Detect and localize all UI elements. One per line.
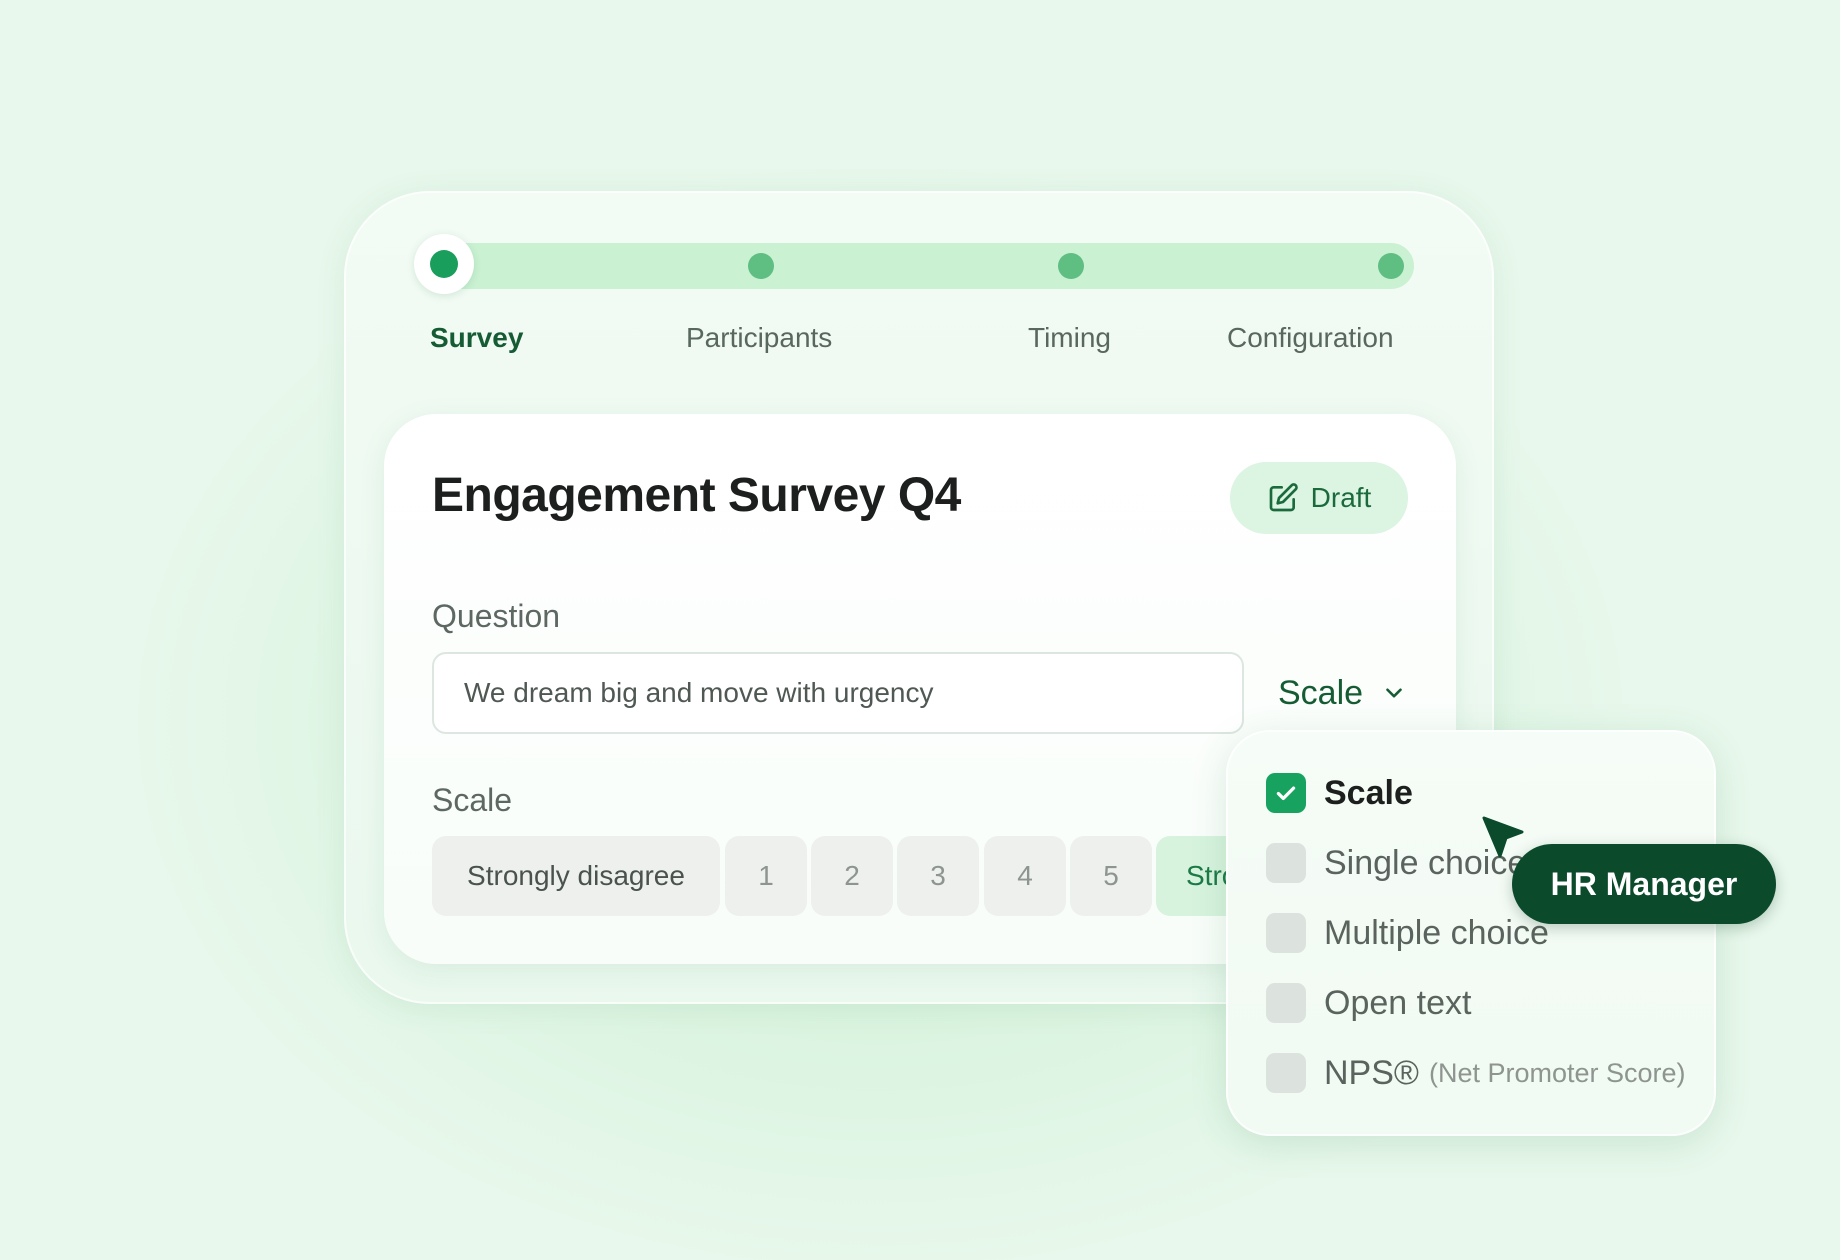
- question-type-value: Scale: [1278, 673, 1364, 712]
- draft-label: Draft: [1310, 482, 1372, 513]
- pointer-cursor-icon: [1482, 816, 1524, 858]
- check-icon: [1276, 786, 1296, 801]
- step-label-survey[interactable]: Survey: [430, 322, 523, 354]
- menu-item-label: Scale: [1324, 773, 1413, 812]
- checkbox-scale[interactable]: [1266, 773, 1306, 813]
- step-dot-participants[interactable]: [748, 253, 774, 279]
- menu-item-label: Multiple choice: [1324, 913, 1549, 952]
- menu-item-label: Open text: [1324, 983, 1472, 1022]
- menu-item-multiple-choice[interactable]: Multiple choice: [1266, 911, 1549, 955]
- scale-high-option[interactable]: Strongly agree: [1156, 836, 1229, 916]
- checkbox-multiple-choice[interactable]: [1266, 913, 1306, 953]
- scale-option-1[interactable]: 1: [725, 836, 807, 916]
- checkbox-open-text[interactable]: [1266, 983, 1306, 1023]
- scale-row: Strongly disagree 1 2 3 4 5 Strongly agr…: [384, 414, 1229, 964]
- draft-status-button[interactable]: Draft: [1230, 462, 1408, 534]
- step-label-participants[interactable]: Participants: [686, 322, 832, 354]
- step-dot-timing[interactable]: [1058, 253, 1084, 279]
- scale-option-5[interactable]: 5: [1070, 836, 1152, 916]
- checkbox-nps[interactable]: [1266, 1053, 1306, 1093]
- stepper-track: [416, 243, 1414, 289]
- menu-item-open-text[interactable]: Open text: [1266, 981, 1471, 1025]
- checkbox-single-choice[interactable]: [1266, 843, 1306, 883]
- scale-option-3[interactable]: 3: [897, 836, 979, 916]
- edit-icon: [1269, 483, 1298, 512]
- menu-item-sublabel: (Net Promoter Score): [1428, 1057, 1686, 1088]
- step-dot-configuration[interactable]: [1378, 253, 1404, 279]
- collaborator-name-badge: HR Manager: [1512, 844, 1776, 924]
- menu-item-label: NPS®: [1324, 1053, 1419, 1092]
- menu-item-scale[interactable]: Scale: [1266, 771, 1413, 815]
- chevron-down-icon: [1386, 688, 1402, 698]
- scale-option-2[interactable]: 2: [811, 836, 893, 916]
- question-type-select[interactable]: Scale: [1278, 668, 1407, 718]
- menu-item-nps[interactable]: NPS® (Net Promoter Score): [1266, 1051, 1686, 1095]
- step-label-configuration[interactable]: Configuration: [1227, 322, 1394, 354]
- step-label-timing[interactable]: Timing: [1028, 322, 1111, 354]
- scale-low-option[interactable]: Strongly disagree: [432, 836, 720, 916]
- scale-option-4[interactable]: 4: [984, 836, 1066, 916]
- step-dot-survey: [430, 250, 458, 278]
